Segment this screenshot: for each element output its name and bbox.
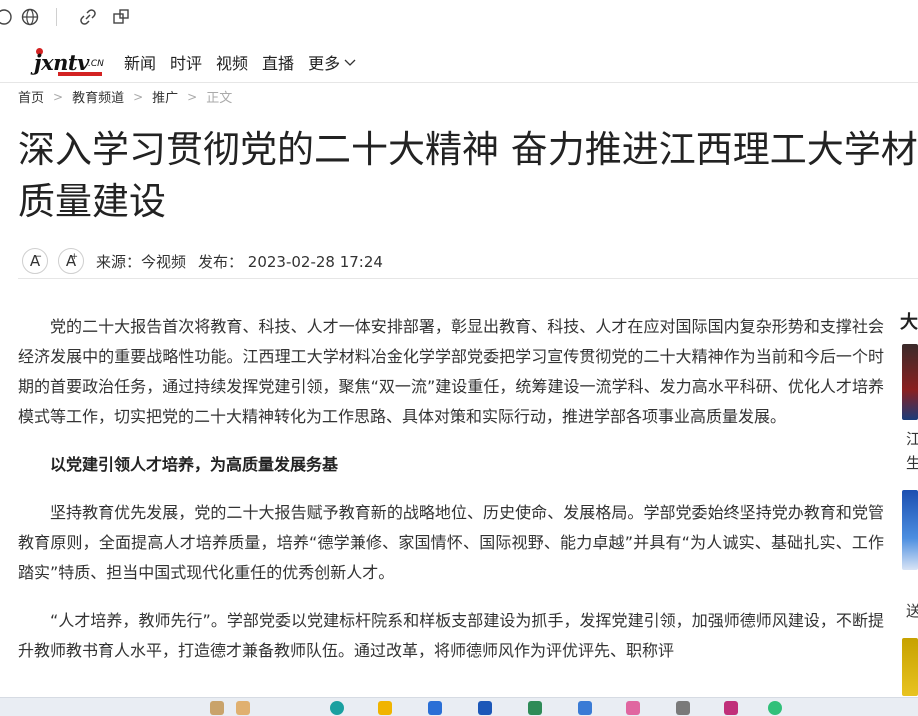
nav-item-video[interactable]: 视频 [216,50,248,74]
nav-item-more[interactable]: 更多 [308,50,356,74]
link-icon[interactable] [78,7,98,27]
sidebar-thumbnail[interactable] [902,638,918,696]
article-published: 发布： 2023-02-28 17:24 [198,252,383,271]
breadcrumb: 首页 > 教育频道 > 推广 > 正文 [18,87,233,107]
app-icon[interactable] [578,701,592,715]
app-icon[interactable] [626,701,640,715]
sidebar-thumbnail[interactable] [902,490,918,570]
sidebar-snippet[interactable]: 生 [906,452,918,473]
breadcrumb-home[interactable]: 首页 [18,87,44,106]
app-icon[interactable] [768,701,782,715]
logo-suffix: .CN [88,59,104,69]
site-logo[interactable]: jxntv .CN [28,44,120,78]
toolbar-separator [56,8,57,26]
minus-icon: − [34,252,42,262]
article-subheading: 以党建引领人才培养，为高质量发展务基 [50,455,339,474]
breadcrumb-education[interactable]: 教育频道 [72,87,124,106]
article-body: 党的二十大报告首次将教育、科技、人才一体安排部署，彰显出教育、科技、人才在应对国… [18,312,884,684]
breadcrumb-separator-icon: > [53,89,64,104]
article-paragraph: “人才培养，教师先行”。学部党委以党建标杆院系和样板支部建设为抓手，发挥党建引领… [18,611,884,660]
breadcrumb-separator-icon: > [187,89,198,104]
breadcrumb-promotion[interactable]: 推广 [152,87,178,106]
app-icon[interactable] [236,701,250,715]
app-icon[interactable] [210,701,224,715]
sidebar-heading: 大 [900,312,918,333]
app-icon[interactable] [428,701,442,715]
app-icon[interactable] [676,701,690,715]
article-paragraph: 党的二十大报告首次将教育、科技、人才一体安排部署，彰显出教育、科技、人才在应对国… [18,317,884,426]
article-source: 来源：今视频 [96,252,187,271]
plus-icon: + [70,252,78,262]
article-paragraph: 坚持教育优先发展，党的二十大报告赋予教育新的战略地位、历史使命、发展格局。学部党… [18,503,884,582]
site-header: jxntv .CN 新闻 时评 视频 直播 更多 [0,36,918,82]
nav-item-news[interactable]: 新闻 [124,50,156,74]
os-taskbar [0,697,918,716]
breadcrumb-current: 正文 [206,91,233,106]
nav-item-live[interactable]: 直播 [262,50,294,74]
font-increase-button[interactable]: A + [58,248,84,274]
sidebar-snippet[interactable]: 送 [906,600,918,621]
browser-toolbar [0,0,918,34]
logo-underline [58,72,102,76]
browser-app-icon[interactable] [330,701,344,715]
sidebar-thumbnail[interactable] [902,344,918,420]
header-divider [0,82,918,83]
app-icon[interactable] [528,701,542,715]
chevron-down-icon [344,59,356,66]
globe-icon[interactable] [20,7,40,27]
article-meta: A − A + 来源：今视频 发布： 2023-02-28 17:24 [22,246,383,276]
app-icon[interactable] [478,701,492,715]
info-icon[interactable] [0,7,14,27]
nav-more-label: 更多 [308,54,341,73]
extension-icon[interactable] [111,7,131,27]
folder-app-icon[interactable] [378,701,392,715]
article-title: 深入学习贯彻党的二十大精神 奋力推进江西理工大学材料 质量建设 [18,124,918,228]
article-title-line-2: 质量建设 [18,180,166,223]
article-title-line-1: 深入学习贯彻党的二十大精神 奋力推进江西理工大学材料 [18,128,918,171]
nav-item-commentary[interactable]: 时评 [170,50,202,74]
app-icon[interactable] [724,701,738,715]
meta-divider [18,278,918,279]
breadcrumb-separator-icon: > [133,89,144,104]
sidebar-snippet[interactable]: 江 [906,428,918,449]
main-nav: 新闻 时评 视频 直播 更多 [124,50,370,74]
font-decrease-button[interactable]: A − [22,248,48,274]
